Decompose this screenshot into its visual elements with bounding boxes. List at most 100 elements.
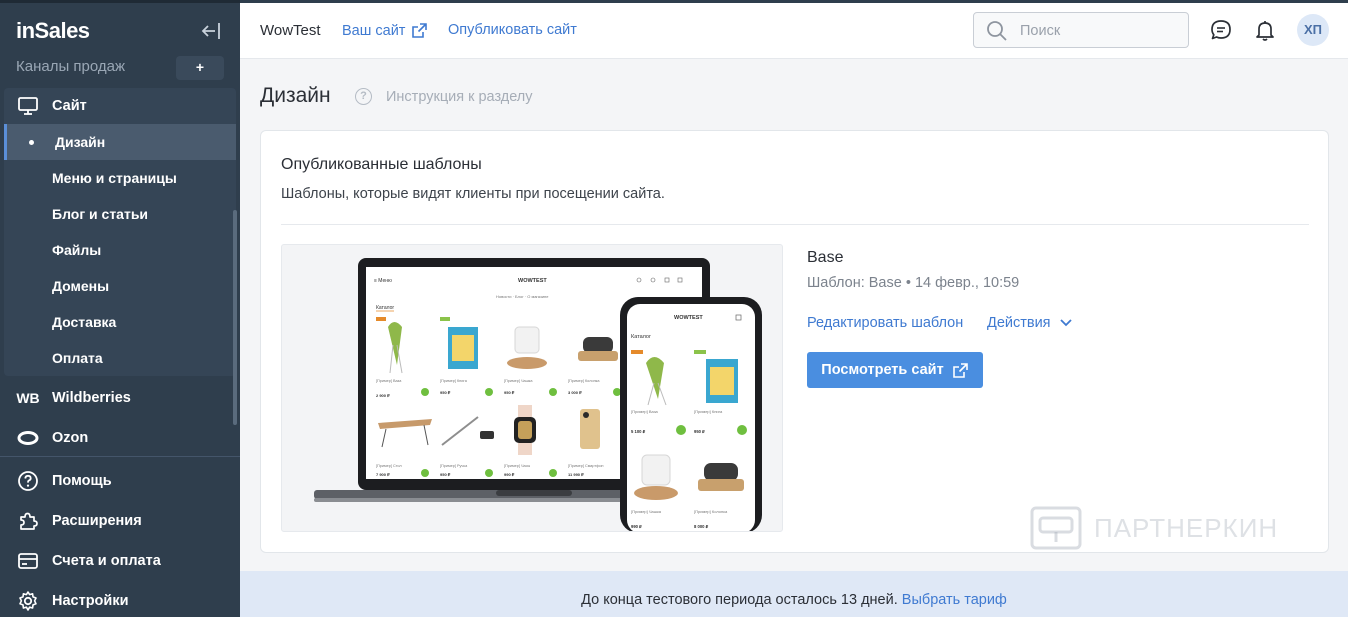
user-avatar[interactable]: ХП bbox=[1297, 14, 1329, 46]
template-preview-image[interactable]: ≡ Меню WOWTEST Новости · Блог · О магази… bbox=[281, 244, 783, 532]
sidebar-item-label: Помощь bbox=[52, 473, 112, 489]
sidebar-item-label: Расширения bbox=[52, 513, 142, 529]
template-name: Base bbox=[807, 249, 844, 266]
add-channel-button[interactable]: + bbox=[176, 56, 224, 80]
monitor-icon bbox=[16, 94, 40, 118]
sidebar: inSales Каналы продаж + Сайт Дизайн Меню… bbox=[0, 0, 240, 617]
sidebar-item-domains[interactable]: Домены bbox=[4, 268, 236, 304]
sidebar-item-files[interactable]: Файлы bbox=[4, 232, 236, 268]
sidebar-item-label: Оплата bbox=[52, 350, 103, 366]
notifications-button[interactable] bbox=[1253, 18, 1277, 42]
search-icon bbox=[987, 21, 1007, 41]
product-price: 990 ₽ bbox=[504, 472, 515, 477]
sidebar-scrollbar[interactable] bbox=[233, 210, 237, 425]
sidebar-item-blog[interactable]: Блог и статьи bbox=[4, 196, 236, 232]
your-site-link[interactable]: Ваш сайт bbox=[342, 22, 428, 39]
product-price: 2 900 ₽ bbox=[376, 393, 390, 398]
svg-text:[Пример] Книга: [Пример] Книга bbox=[440, 379, 468, 383]
bell-icon bbox=[1256, 21, 1274, 41]
trial-text: До конца тестового периода осталось 13 д… bbox=[581, 592, 898, 608]
sidebar-item-help[interactable]: Помощь bbox=[0, 463, 240, 499]
sidebar-item-design[interactable]: Дизайн bbox=[4, 124, 236, 160]
page-title: Дизайн bbox=[260, 84, 331, 107]
sidebar-item-wildberries[interactable]: WB Wildberries bbox=[0, 380, 240, 416]
search-input[interactable] bbox=[1020, 21, 1180, 41]
card-separator bbox=[281, 224, 1309, 225]
product-price: 3 000 ₽ bbox=[568, 390, 582, 395]
svg-text:[Пример] Колонка: [Пример] Колонка bbox=[694, 509, 728, 514]
sidebar-item-label: Меню и страницы bbox=[52, 170, 177, 186]
search-box[interactable] bbox=[973, 12, 1189, 48]
laptop-menu-text: ≡ Меню bbox=[374, 278, 392, 284]
product-price: 950 ₽ bbox=[440, 390, 451, 395]
watermark-text: ПАРТНЕРКИН bbox=[1094, 512, 1279, 543]
choose-plan-link[interactable]: Выбрать тариф bbox=[902, 592, 1007, 608]
sidebar-item-site[interactable]: Сайт bbox=[0, 88, 240, 124]
sidebar-item-menu-pages[interactable]: Меню и страницы bbox=[4, 160, 236, 196]
actions-label: Действия bbox=[987, 315, 1051, 331]
template-meta: Шаблон: Base • 14 февр., 10:59 bbox=[807, 275, 1020, 291]
sidebar-item-label: Файлы bbox=[52, 242, 102, 258]
active-dot bbox=[29, 139, 34, 145]
product-price: 950 ₽ bbox=[504, 390, 515, 395]
shop-name[interactable]: WowTest bbox=[260, 22, 321, 39]
published-templates-card: Опубликованные шаблоны Шаблоны, которые … bbox=[260, 130, 1329, 553]
edit-template-link[interactable]: Редактировать шаблон bbox=[807, 315, 963, 331]
laptop-nav-text: Новости · Блог · О магазине bbox=[496, 294, 549, 299]
sidebar-item-billing[interactable]: Счета и оплата bbox=[0, 543, 240, 579]
view-site-button[interactable]: Посмотреть сайт bbox=[807, 352, 983, 388]
product-price: 990 ₽ bbox=[631, 524, 642, 529]
sidebar-item-settings[interactable]: Настройки bbox=[0, 583, 240, 617]
product-price: 950 ₽ bbox=[694, 429, 705, 434]
card-description: Шаблоны, которые видят клиенты при посещ… bbox=[281, 186, 665, 202]
svg-text:[Пример] Колонка: [Пример] Колонка bbox=[568, 379, 600, 383]
product-price: 8 000 ₽ bbox=[694, 524, 709, 529]
collapse-sidebar-button[interactable] bbox=[198, 20, 224, 44]
external-link-icon bbox=[952, 362, 968, 378]
laptop-catalog-text: Каталог bbox=[376, 305, 394, 311]
svg-text:[Пример] Смартфон: [Пример] Смартфон bbox=[568, 464, 604, 468]
sidebar-item-label: Доставка bbox=[52, 314, 117, 330]
chat-button[interactable] bbox=[1209, 18, 1233, 42]
svg-text:[Пример] Ваза: [Пример] Ваза bbox=[631, 409, 659, 414]
sidebar-item-label: Дизайн bbox=[55, 134, 106, 150]
sidebar-item-label: Wildberries bbox=[52, 390, 131, 406]
sidebar-item-label: Ozon bbox=[52, 430, 89, 446]
actions-dropdown[interactable]: Действия bbox=[987, 315, 1073, 331]
watermark-logo-icon bbox=[1030, 506, 1082, 550]
svg-text:[Пример] Книга: [Пример] Книга bbox=[694, 409, 723, 414]
trial-banner: До конца тестового периода осталось 13 д… bbox=[240, 571, 1348, 617]
sidebar-item-ozon[interactable]: Ozon bbox=[0, 420, 240, 456]
view-site-label: Посмотреть сайт bbox=[821, 362, 944, 378]
chat-icon bbox=[1211, 20, 1231, 40]
svg-text:[Пример] Стол: [Пример] Стол bbox=[376, 464, 402, 468]
collapse-arrow-icon bbox=[201, 23, 220, 39]
top-header: WowTest Ваш сайт Опубликовать сайт ХП bbox=[240, 0, 1348, 59]
product-price: 11 990 ₽ bbox=[568, 472, 584, 477]
external-link-icon bbox=[412, 23, 428, 38]
product-price: 5 100 ₽ bbox=[631, 429, 646, 434]
product-price: 7 900 ₽ bbox=[376, 472, 390, 477]
ozon-icon bbox=[16, 426, 40, 450]
product-price: 950 ₽ bbox=[440, 472, 451, 477]
sidebar-item-label: Сайт bbox=[52, 98, 87, 114]
sales-channels-label: Каналы продаж bbox=[16, 58, 126, 75]
sidebar-item-delivery[interactable]: Доставка bbox=[4, 304, 236, 340]
svg-text:[Пример] Чашка: [Пример] Чашка bbox=[504, 379, 533, 383]
header-topline bbox=[240, 0, 1348, 3]
svg-text:[Пример] Часы: [Пример] Часы bbox=[504, 464, 531, 468]
svg-text:[Пример] Ручка: [Пример] Ручка bbox=[440, 464, 468, 468]
sidebar-topline bbox=[0, 0, 240, 3]
section-instruction-link[interactable]: Инструкция к разделу bbox=[386, 89, 533, 105]
gear-icon bbox=[16, 589, 40, 613]
chevron-down-icon bbox=[1059, 319, 1072, 327]
card-title: Опубликованные шаблоны bbox=[281, 156, 482, 173]
wildberries-icon: WB bbox=[16, 390, 40, 406]
sidebar-item-payment[interactable]: Оплата bbox=[4, 340, 236, 376]
card-icon bbox=[16, 549, 40, 573]
help-question-icon[interactable]: ? bbox=[355, 88, 372, 105]
sidebar-item-extensions[interactable]: Расширения bbox=[0, 503, 240, 539]
publish-site-link[interactable]: Опубликовать сайт bbox=[448, 22, 577, 38]
sidebar-item-label: Счета и оплата bbox=[52, 553, 161, 569]
insales-logo[interactable]: inSales bbox=[16, 18, 90, 44]
